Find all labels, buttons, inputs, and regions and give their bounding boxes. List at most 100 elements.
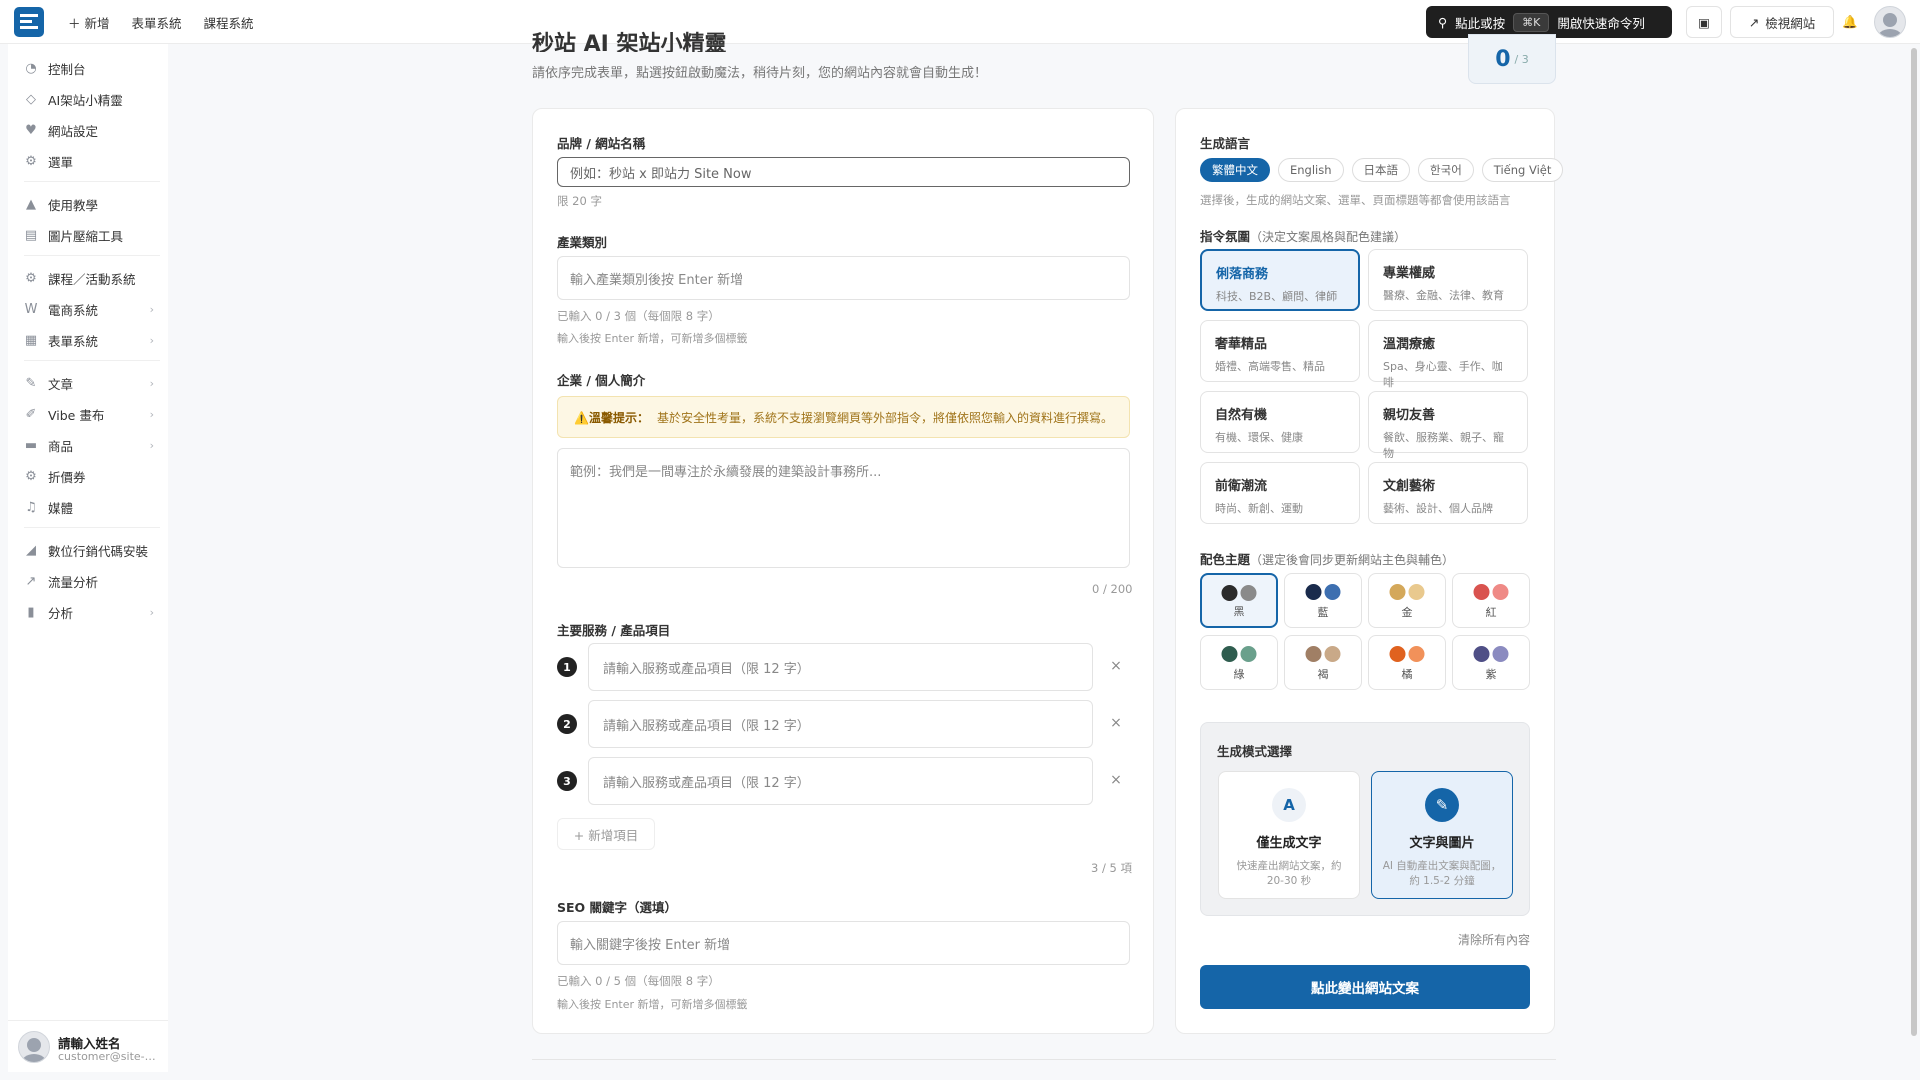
bar-icon: ▮: [27, 604, 35, 620]
mood-label: 指令氛圍（決定文案風格與配色建議）: [1200, 229, 1407, 244]
sidebar-item-posts[interactable]: ✎ 文章 ›: [24, 369, 160, 397]
remove-service-icon[interactable]: ×: [1108, 658, 1124, 674]
service-input[interactable]: 請輸入服務或產品項目（限 12 字）: [588, 643, 1093, 691]
nav-course-system[interactable]: 課程系統: [204, 13, 254, 32]
notification-button[interactable]: 🔔: [1834, 6, 1866, 38]
brand-input[interactable]: 例如：秒站 x 即站力 Site Now: [557, 157, 1130, 187]
new-button[interactable]: ＋ 新增: [68, 13, 110, 32]
sidebar-divider: [24, 527, 160, 528]
generate-button[interactable]: 點此變出網站文案: [1200, 965, 1530, 1009]
avatar: [18, 1031, 50, 1063]
color-theme-option[interactable]: 綠: [1200, 635, 1278, 690]
color-theme-option[interactable]: 藍: [1284, 573, 1362, 628]
mode-text-only[interactable]: A 僅生成文字 快速產出網站文案，約 20-30 秒: [1218, 771, 1360, 899]
service-input[interactable]: 請輸入服務或產品項目（限 12 字）: [588, 700, 1093, 748]
color-theme-option[interactable]: 褐: [1284, 635, 1362, 690]
color-theme-option[interactable]: 金: [1368, 573, 1446, 628]
industry-input[interactable]: 輸入產業類別後按 Enter 新增: [557, 256, 1130, 300]
top-bar: ＋ 新增 表單系統 課程系統 ⚲ 點此或按 ⌘K 開啟快速命令列 ▣ ↗ 檢視網站…: [0, 0, 1920, 44]
mood-option[interactable]: 親切友善 餐飲、服務業、親子、寵物: [1368, 391, 1528, 460]
add-service-button[interactable]: + 新增項目: [557, 818, 655, 850]
industry-hint-count: 已輸入 0 / 3 個（每個限 8 字）: [557, 309, 720, 323]
sidebar-item-analytics[interactable]: ▮ 分析 ›: [24, 598, 160, 626]
gear-icon: ⚙: [25, 153, 37, 169]
sidebar-item-site-settings[interactable]: ♥ 網站設定: [24, 116, 160, 144]
color-dot: [1221, 585, 1238, 601]
color-dot: [1408, 646, 1425, 662]
chevron-right-icon: ›: [149, 302, 154, 316]
service-input[interactable]: 請輸入服務或產品項目（限 12 字）: [588, 757, 1093, 805]
remove-service-icon[interactable]: ×: [1108, 715, 1124, 731]
sidebar-item-vibe-canvas[interactable]: ✐ Vibe 畫布 ›: [24, 400, 160, 428]
remove-service-icon[interactable]: ×: [1108, 772, 1124, 788]
color-dot: [1221, 646, 1238, 662]
sidebar-item-ecommerce[interactable]: W 電商系統 ›: [24, 295, 160, 323]
sidebar-item-forms[interactable]: ▦ 表單系統 ›: [24, 326, 160, 354]
intro-textarea[interactable]: 範例：我們是一間專注於永續發展的建築設計事務所...: [557, 448, 1130, 568]
sidebar-divider: [24, 255, 160, 256]
woo-icon: W: [24, 301, 38, 317]
sidebar-divider: [24, 360, 160, 361]
sidebar-item-menu[interactable]: ⚙ 選單: [24, 147, 160, 175]
clear-all-link[interactable]: 清除所有內容: [1458, 931, 1530, 948]
letter-a-icon: A: [1272, 788, 1306, 822]
lang-option-ja[interactable]: 日本語: [1351, 158, 1411, 182]
sidebar-item-media[interactable]: ♫ 媒體: [24, 493, 160, 521]
brand-label: 品牌 / 網站名稱: [557, 136, 646, 151]
page-title: 秒站 AI 架站小精靈: [532, 32, 727, 52]
chevron-right-icon: ›: [149, 438, 154, 452]
seo-input[interactable]: 輸入關鍵字後按 Enter 新增: [557, 921, 1130, 965]
mode-label: 生成模式選擇: [1217, 744, 1293, 759]
site-logo-icon[interactable]: [14, 7, 44, 37]
industry-label: 產業類別: [557, 235, 608, 250]
lang-option-ko[interactable]: 한국어: [1418, 158, 1474, 182]
chevron-right-icon: ›: [149, 333, 154, 347]
sidebar-item-dashboard[interactable]: ◔ 控制台: [24, 54, 160, 82]
sidebar-item-products[interactable]: ▬ 商品 ›: [24, 431, 160, 459]
shortcut-key: ⌘K: [1513, 12, 1550, 32]
sidebar-item-course-system[interactable]: ⚙ 課程／活動系統: [24, 264, 160, 292]
color-dot: [1305, 584, 1322, 600]
user-avatar[interactable]: [1874, 6, 1906, 38]
scrollbar[interactable]: [1911, 48, 1917, 1036]
user-profile[interactable]: 請輸入姓名 customer@site-now.com: [8, 1020, 168, 1072]
sidebar-divider: [24, 181, 160, 182]
color-dot: [1240, 646, 1257, 662]
language-label: 生成語言: [1200, 136, 1251, 151]
lang-option-zh-tw[interactable]: 繁體中文: [1200, 158, 1270, 182]
sidebar-item-tutorial[interactable]: ▲ 使用教學: [24, 190, 160, 218]
sidebar-item-ai-wizard[interactable]: ◇ AI架站小精靈: [24, 85, 160, 113]
mood-option[interactable]: 自然有機 有機、環保、健康: [1200, 391, 1360, 453]
screen-toggle-button[interactable]: ▣: [1686, 6, 1722, 38]
brand-hint: 限 20 字: [557, 194, 602, 208]
color-theme-option[interactable]: 黑: [1200, 573, 1278, 628]
box-icon: ▬: [24, 437, 38, 453]
color-dots: [1305, 584, 1341, 600]
preview-site-button[interactable]: ↗ 檢視網站: [1730, 6, 1834, 38]
trend-icon: ↗: [25, 573, 37, 589]
color-theme-option[interactable]: 紅: [1452, 573, 1530, 628]
sidebar-item-traffic[interactable]: ↗ 流量分析: [24, 567, 160, 595]
color-theme-option[interactable]: 紫: [1452, 635, 1530, 690]
color-theme-option[interactable]: 橘: [1368, 635, 1446, 690]
mood-option[interactable]: 文創藝術 藝術、設計、個人品牌: [1368, 462, 1528, 524]
sidebar-item-marketing-code[interactable]: ◢ 數位行銷代碼安裝: [24, 536, 160, 564]
sidebar: ◔ 控制台 ◇ AI架站小精靈 ♥ 網站設定 ⚙ 選單 ▲ 使用教學 ▤ 圖片壓縮工具 ⚙ 課…: [8, 44, 168, 1072]
mood-option[interactable]: 溫潤療癒 Spa、身心靈、手作、咖啡: [1368, 320, 1528, 389]
mode-text-and-image[interactable]: ✎ 文字與圖片 AI 自動產出文案與配圖，約 1.5-2 分鐘: [1371, 771, 1513, 899]
sidebar-item-image-compress[interactable]: ▤ 圖片壓縮工具: [24, 221, 160, 249]
lang-option-en[interactable]: English: [1278, 158, 1344, 182]
mood-option[interactable]: 奢華精品 婚禮、高端零售、精品: [1200, 320, 1360, 382]
chevron-right-icon: ›: [149, 407, 154, 421]
lang-option-vi[interactable]: Tiếng Việt: [1481, 158, 1564, 182]
nav-form-system[interactable]: 表單系統: [132, 13, 182, 32]
plus-icon: ＋: [68, 15, 85, 31]
gear-icon: ⚙: [25, 468, 37, 484]
mood-option[interactable]: 專業權威 醫療、金融、法律、教育: [1368, 249, 1528, 311]
color-dots: [1305, 646, 1341, 662]
mood-option[interactable]: 俐落商務 科技、B2B、顧問、律師: [1200, 249, 1360, 311]
color-theme-name: 金: [1401, 606, 1413, 619]
mood-option[interactable]: 前衛潮流 時尚、新創、運動: [1200, 462, 1360, 524]
sidebar-item-coupons[interactable]: ⚙ 折價券: [24, 462, 160, 490]
color-dot: [1473, 646, 1490, 662]
